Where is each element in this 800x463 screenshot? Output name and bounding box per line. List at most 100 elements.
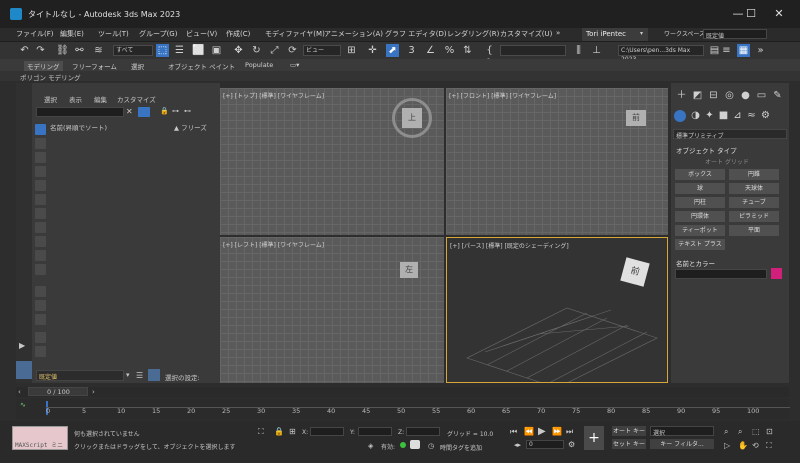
scene-menu-customize[interactable]: カスタマイズ [117, 94, 156, 104]
menu-customize[interactable]: カスタマイズ(U) [500, 29, 552, 39]
tab-selection[interactable]: 選択 [131, 61, 144, 71]
lock-icon[interactable]: 🔒 [160, 107, 169, 115]
key-selection-dropdown[interactable]: 選択 [650, 426, 714, 437]
y-coord-input[interactable] [358, 427, 392, 436]
maxscript-listener[interactable]: MAXScript ミニ [12, 426, 68, 450]
mirror-icon[interactable]: ⫼ [572, 44, 585, 57]
box-button[interactable]: ボックス [675, 169, 725, 180]
placement-icon[interactable]: ⟳ [286, 44, 299, 57]
menu-more[interactable]: » [556, 29, 560, 37]
camera-filter-icon[interactable] [35, 180, 46, 191]
percent-snap-icon[interactable]: % [443, 44, 456, 57]
pan-icon[interactable]: ✋ [738, 441, 748, 450]
prev-frame-icon[interactable]: ‹ [18, 388, 21, 396]
viewport-top[interactable]: [+] [トップ] [標準] [ワイヤフレーム] 上 [220, 88, 444, 235]
key-mode-icon[interactable]: ◂▸ [514, 441, 521, 449]
viewport-label[interactable]: [+] [フロント] [標準] [ワイヤフレーム] [449, 91, 556, 100]
column-name-header[interactable]: 名前(昇順でソート) [50, 122, 107, 132]
geometry-filter-icon[interactable] [35, 138, 46, 149]
selection-filter-dropdown[interactable]: すべて [113, 45, 153, 56]
geosphere-button[interactable]: 天球体 [729, 183, 779, 194]
textplus-button[interactable]: テキスト プラス [675, 239, 725, 250]
zoom-extents-icon[interactable]: ⬚ [752, 427, 760, 436]
maximize-viewport-icon[interactable]: ⛶ [766, 441, 772, 451]
spinner-snap-icon[interactable]: ⇅ [461, 44, 474, 57]
absolute-mode-icon[interactable]: ⊞ [289, 427, 296, 436]
viewcube[interactable]: 左 [400, 262, 418, 278]
zoom-icon[interactable]: ⌕ [724, 427, 728, 437]
modify-tab-icon[interactable]: ◩ [691, 89, 704, 102]
scene-menu-edit[interactable]: 編集 [94, 94, 107, 104]
column-freeze-header[interactable]: ▲ フリーズ [174, 122, 207, 132]
systems-category-icon[interactable]: ⚙ [759, 109, 772, 122]
display-all-icon[interactable] [35, 124, 46, 135]
auto-grid-checkbox[interactable]: オート グリッド [705, 157, 749, 166]
next-frame-icon[interactable]: › [92, 388, 95, 396]
toggle-ribbon-icon[interactable]: ▦ [737, 44, 750, 57]
display-tab-icon[interactable]: ● [739, 89, 752, 102]
menu-views[interactable]: ビュー(V) [186, 29, 217, 39]
hierarchy-tab-icon[interactable]: ⊟ [707, 89, 720, 102]
bind-spacewarp-icon[interactable]: ≋ [92, 44, 105, 57]
funnel-icon[interactable] [35, 332, 46, 343]
tab-freeform[interactable]: フリーフォーム [72, 61, 117, 71]
object-type-header[interactable]: オブジェクト タイプ [676, 145, 737, 155]
reference-coord-dropdown[interactable]: ビュー [303, 45, 341, 56]
scale-icon[interactable]: ⤢ [268, 44, 281, 57]
maximize-button[interactable]: ☐ [737, 4, 765, 24]
shape-filter-icon[interactable] [35, 152, 46, 163]
window-crossing-icon[interactable]: ▣ [210, 44, 223, 57]
utilities-tab-icon[interactable]: ✎ [771, 89, 784, 102]
set-key-plus-icon[interactable]: + [584, 426, 604, 450]
z-coord-input[interactable] [406, 427, 440, 436]
filter-icon[interactable] [138, 107, 150, 117]
align-icon[interactable]: ⊥ [590, 44, 603, 57]
particle-filter-icon[interactable] [35, 264, 46, 275]
angle-snap-icon[interactable]: ∠ [424, 44, 437, 57]
tab-modeling[interactable]: モデリング [24, 61, 63, 71]
goto-start-icon[interactable]: ⏮ [510, 427, 517, 437]
pyramid-button[interactable]: ピラミッド [729, 211, 779, 222]
add-time-tag[interactable]: 時間タグを追加 [440, 443, 482, 452]
teapot-button[interactable]: ティーポット [675, 225, 725, 236]
fov-icon[interactable]: ▷ [724, 441, 730, 450]
user-account[interactable]: Tori iPentec ▾ [582, 28, 648, 41]
tab-object-paint[interactable]: オブジェクト ペイント [168, 61, 235, 71]
named-selection-dropdown[interactable] [500, 45, 566, 56]
pivot-center-icon[interactable]: ⊞ [345, 44, 358, 57]
monitor-icon[interactable]: ▭ [755, 89, 768, 102]
menu-modifiers[interactable]: モディファイヤ(M) [265, 29, 325, 39]
edit-named-selection-icon[interactable]: { } [483, 44, 496, 69]
scene-explorer-toggle-icon[interactable] [148, 369, 160, 381]
layers-icon[interactable]: ☰ [136, 371, 143, 380]
plane-button[interactable]: 平面 [729, 225, 779, 236]
current-frame-input[interactable]: 0 [526, 440, 564, 449]
select-object-icon[interactable]: ⬚ [156, 44, 169, 57]
x-coord-input[interactable] [310, 427, 344, 436]
time-config-icon[interactable]: ⚙ [568, 440, 575, 449]
scene-menu-display[interactable]: 表示 [69, 94, 82, 104]
torus-button[interactable]: 円環体 [675, 211, 725, 222]
select-by-name-icon[interactable]: ☰ [173, 44, 186, 57]
play-icon[interactable]: ▶ [538, 426, 546, 437]
motion-tab-icon[interactable]: ◎ [723, 89, 736, 102]
viewcube[interactable]: 前 [626, 110, 646, 126]
viewport-label[interactable]: [+] [パース] [標準] [既定のシェーディング] [450, 241, 569, 250]
chevron-down-icon[interactable]: ▾ [126, 371, 130, 379]
helper-filter-icon[interactable] [35, 194, 46, 205]
time-slider-thumb[interactable]: 0 / 100 [28, 387, 88, 396]
layers-filter-icon[interactable] [35, 314, 46, 325]
sphere-button[interactable]: 球 [675, 183, 725, 194]
hierarchy-icon[interactable]: ⊶ [172, 107, 179, 115]
keyboard-shortcut-override-icon[interactable]: ⬈ [386, 44, 399, 57]
more-tools-icon[interactable]: » [754, 44, 767, 57]
viewport-layout-icon[interactable] [16, 361, 32, 379]
isolate-icon[interactable]: ⛶ [258, 427, 264, 437]
viewport-label[interactable]: [+] [レフト] [標準] [ワイヤフレーム] [223, 240, 324, 249]
scene-search-input[interactable] [36, 107, 124, 117]
bone-filter-icon[interactable] [35, 250, 46, 261]
viewcube[interactable]: 上 [402, 108, 422, 128]
cone-button[interactable]: 円錐 [729, 169, 779, 180]
cylinder-button[interactable]: 円柱 [675, 197, 725, 208]
object-color-swatch[interactable] [771, 268, 782, 279]
